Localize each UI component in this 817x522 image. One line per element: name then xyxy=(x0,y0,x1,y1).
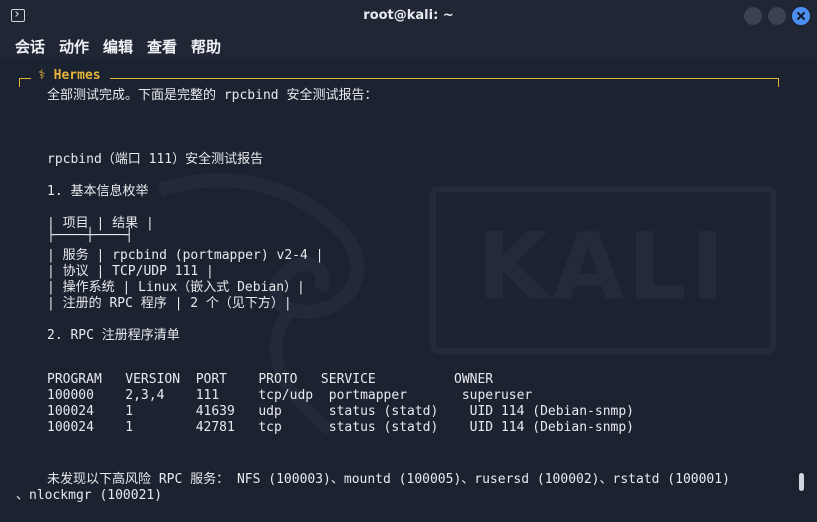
report-title: rpcbind（端口 111）安全测试报告 xyxy=(47,152,264,167)
maximize-button[interactable] xyxy=(768,7,786,25)
menu-action[interactable]: 动作 xyxy=(59,36,89,57)
section-heading-2: 2. RPC 注册程序清单 xyxy=(47,328,180,343)
hermes-frame-top-left xyxy=(19,78,31,79)
close-button[interactable] xyxy=(792,7,810,25)
rpc-table-row: 100000 2,3,4 111 tcp/udp portmapper supe… xyxy=(47,388,533,403)
table-row: | 注册的 RPC 程序 | 2 个（见下方）| xyxy=(47,296,292,311)
rpc-table-header: PROGRAM VERSION PORT PROTO SERVICE OWNER xyxy=(47,372,494,387)
rpc-table-row: 100024 1 42781 tcp status (statd) UID 11… xyxy=(47,420,634,435)
title-bar: root@kali: ~ xyxy=(0,0,817,32)
hermes-label: ⚕ Hermes xyxy=(38,68,101,83)
table-separator: ├────┼────┤ xyxy=(47,228,134,243)
scrollbar-thumb[interactable] xyxy=(799,473,804,491)
hermes-frame-right xyxy=(778,78,779,87)
kali-watermark: KALI xyxy=(430,186,776,354)
minimize-button[interactable] xyxy=(744,7,762,25)
menu-edit[interactable]: 编辑 xyxy=(103,36,133,57)
risk-summary-continued: 、nlockmgr (100021) xyxy=(16,488,163,503)
window-title: root@kali: ~ xyxy=(363,8,454,23)
menu-view[interactable]: 查看 xyxy=(147,36,177,57)
menu-session[interactable]: 会话 xyxy=(15,36,45,57)
report-intro: 全部测试完成。下面是完整的 rpcbind 安全测试报告： xyxy=(47,88,378,103)
hermes-frame-top-right xyxy=(110,78,779,79)
rpc-table-row: 100024 1 41639 udp status (statd) UID 11… xyxy=(47,404,634,419)
menu-bar: 会话 动作 编辑 查看 帮助 xyxy=(0,32,817,58)
section-heading-1: 1. 基本信息枚举 xyxy=(47,184,149,199)
hermes-frame-left xyxy=(19,78,20,87)
menu-help[interactable]: 帮助 xyxy=(191,36,221,57)
